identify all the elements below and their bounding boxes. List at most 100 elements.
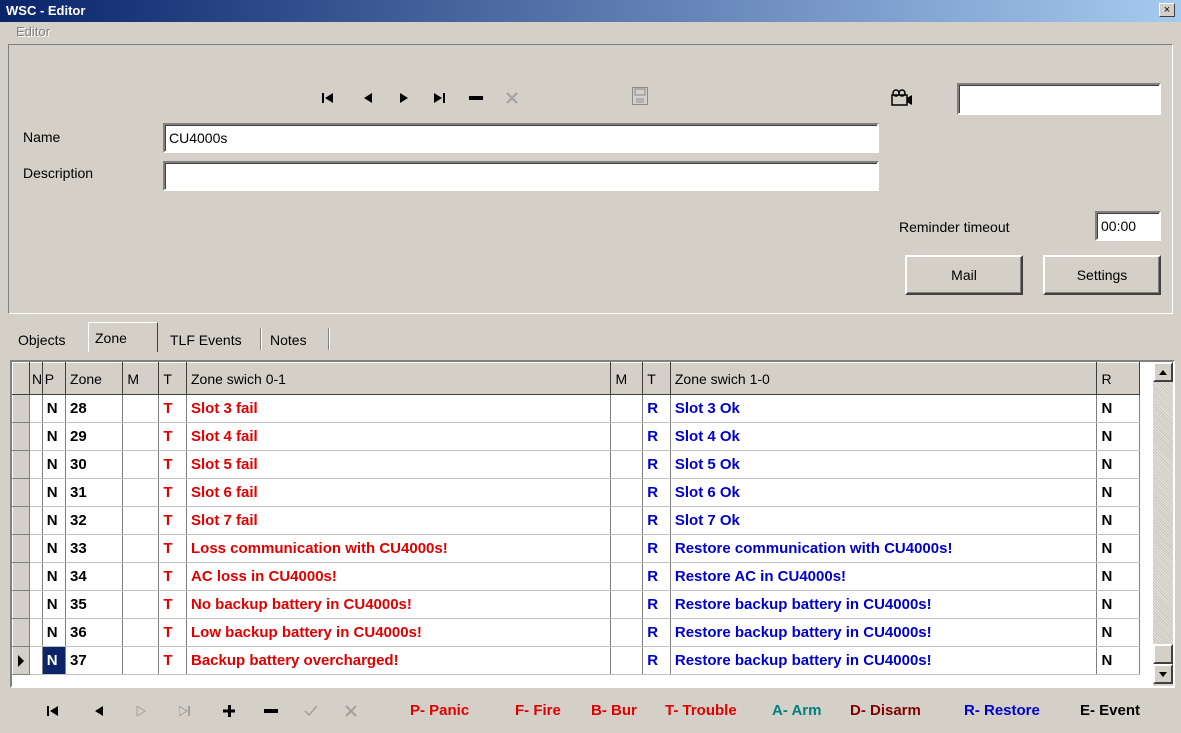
column-header-n[interactable]: N [28,362,43,395]
cancel-edit-icon[interactable] [497,85,527,111]
vertical-scrollbar[interactable] [1153,362,1173,686]
column-header-m2[interactable]: M [610,362,644,395]
close-button[interactable]: × [1159,3,1175,17]
grid-cell-zone[interactable]: 31 [65,478,124,507]
grid-cell-m1[interactable] [122,506,160,535]
grid-cell-r[interactable]: N [1096,422,1140,451]
grid-cell-r[interactable]: N [1096,562,1140,591]
column-header-r[interactable]: R [1096,362,1140,395]
grid-cell-m1[interactable] [122,478,160,507]
grid-cell-switch-1-0[interactable]: Slot 6 Ok [670,478,1098,507]
grid-cell-switch-0-1[interactable]: AC loss in CU4000s! [186,562,612,591]
prior-record-icon[interactable] [353,85,383,111]
grid-cell-t2[interactable]: R [642,590,671,619]
grid-cell-t1[interactable]: T [158,618,187,647]
grid-cell-m2[interactable] [610,534,644,563]
row-indicator[interactable] [12,618,30,647]
scroll-down-button[interactable] [1153,664,1173,684]
grid-cell-zone[interactable]: 37 [65,646,124,675]
grid-cell-switch-1-0[interactable]: Restore backup battery in CU4000s! [670,646,1098,675]
grid-cell-r[interactable]: N [1096,590,1140,619]
table-row[interactable]: N 28 T Slot 3 fail R Slot 3 Ok N [12,394,1140,423]
column-header-m1[interactable]: M [122,362,160,395]
grid-cell-switch-1-0[interactable]: Restore backup battery in CU4000s! [670,590,1098,619]
grid-cell-m1[interactable] [122,590,160,619]
grid-cell-n[interactable] [29,394,43,423]
grid-cell-r[interactable]: N [1096,506,1140,535]
grid-cell-t1[interactable]: T [158,590,187,619]
grid-cell-n[interactable] [29,562,43,591]
save-icon[interactable] [625,83,655,109]
row-indicator[interactable] [12,534,30,563]
grid-cell-m2[interactable] [610,450,644,479]
grid-cell-p[interactable]: N [42,646,67,675]
grid-cell-zone[interactable]: 34 [65,562,124,591]
grid-cell-m2[interactable] [610,506,644,535]
grid-cell-switch-1-0[interactable]: Restore AC in CU4000s! [670,562,1098,591]
grid-next-icon[interactable] [126,698,156,724]
grid-cell-p[interactable]: N [42,422,67,451]
grid-cell-m2[interactable] [610,422,644,451]
grid-cell-p[interactable]: N [42,618,67,647]
row-indicator[interactable] [12,562,30,591]
table-row[interactable]: N 36 T Low backup battery in CU4000s! R Resto… [12,618,1140,647]
grid-cell-switch-0-1[interactable]: Loss communication with CU4000s! [186,534,612,563]
grid-cancel-icon[interactable] [336,698,366,724]
grid-cell-switch-0-1[interactable]: No backup battery in CU4000s! [186,590,612,619]
grid-cell-r[interactable]: N [1096,534,1140,563]
row-indicator[interactable] [12,590,30,619]
column-header-switch-0-1[interactable]: Zone swich 0-1 [185,362,612,395]
table-row[interactable]: N 32 T Slot 7 fail R Slot 7 Ok N [12,506,1140,535]
grid-cell-p[interactable]: N [42,394,67,423]
grid-cell-t1[interactable]: T [158,506,187,535]
table-row[interactable]: N 33 T Loss communication with CU4000s! R Res… [12,534,1140,563]
grid-cell-zone[interactable]: 33 [65,534,124,563]
grid-cell-m2[interactable] [610,618,644,647]
reminder-timeout-input[interactable]: 00:00 [1095,211,1161,241]
grid-delete-icon[interactable] [256,698,286,724]
grid-cell-t1[interactable]: T [158,394,187,423]
grid-cell-switch-1-0[interactable]: Slot 7 Ok [670,506,1098,535]
row-indicator[interactable] [12,478,30,507]
grid-cell-r[interactable]: N [1096,478,1140,507]
grid-cell-r[interactable]: N [1096,646,1140,675]
grid-prior-icon[interactable] [84,698,114,724]
next-record-icon[interactable] [389,85,419,111]
grid-last-icon[interactable] [170,698,200,724]
grid-cell-t2[interactable]: R [642,534,671,563]
scroll-thumb[interactable] [1153,644,1173,664]
grid-cell-switch-0-1[interactable]: Slot 5 fail [186,450,612,479]
row-indicator[interactable] [12,646,30,675]
grid-cell-switch-0-1[interactable]: Backup battery overcharged! [186,646,612,675]
column-header-zone[interactable]: Zone [65,362,124,395]
tab-tlf-events[interactable]: TLF Events [164,326,248,352]
grid-cell-t2[interactable]: R [642,450,671,479]
table-row[interactable]: N 31 T Slot 6 fail R Slot 6 Ok N [12,478,1140,507]
grid-cell-zone[interactable]: 30 [65,450,124,479]
grid-cell-switch-0-1[interactable]: Low backup battery in CU4000s! [186,618,612,647]
camera-icon[interactable] [887,85,917,111]
table-row[interactable]: N 30 T Slot 5 fail R Slot 5 Ok N [12,450,1140,479]
delete-record-icon[interactable] [461,85,491,111]
grid-cell-switch-1-0[interactable]: Slot 5 Ok [670,450,1098,479]
row-indicator[interactable] [12,506,30,535]
grid-cell-zone[interactable]: 35 [65,590,124,619]
scroll-up-button[interactable] [1153,362,1173,382]
column-header-t2[interactable]: T [642,362,671,395]
grid-cell-t1[interactable]: T [158,450,187,479]
grid-cell-m1[interactable] [122,534,160,563]
row-indicator[interactable] [12,394,30,423]
first-record-icon[interactable] [313,85,343,111]
row-indicator[interactable] [12,422,30,451]
grid-cell-p[interactable]: N [42,478,67,507]
grid-post-icon[interactable] [296,698,326,724]
name-input[interactable]: CU4000s [163,123,879,153]
grid-cell-switch-1-0[interactable]: Restore communication with CU4000s! [670,534,1098,563]
grid-cell-switch-1-0[interactable]: Slot 4 Ok [670,422,1098,451]
grid-cell-m1[interactable] [122,562,160,591]
row-indicator[interactable] [12,450,30,479]
grid-cell-n[interactable] [29,450,43,479]
grid-cell-m1[interactable] [122,646,160,675]
grid-cell-n[interactable] [29,590,43,619]
grid-cell-switch-0-1[interactable]: Slot 3 fail [186,394,612,423]
